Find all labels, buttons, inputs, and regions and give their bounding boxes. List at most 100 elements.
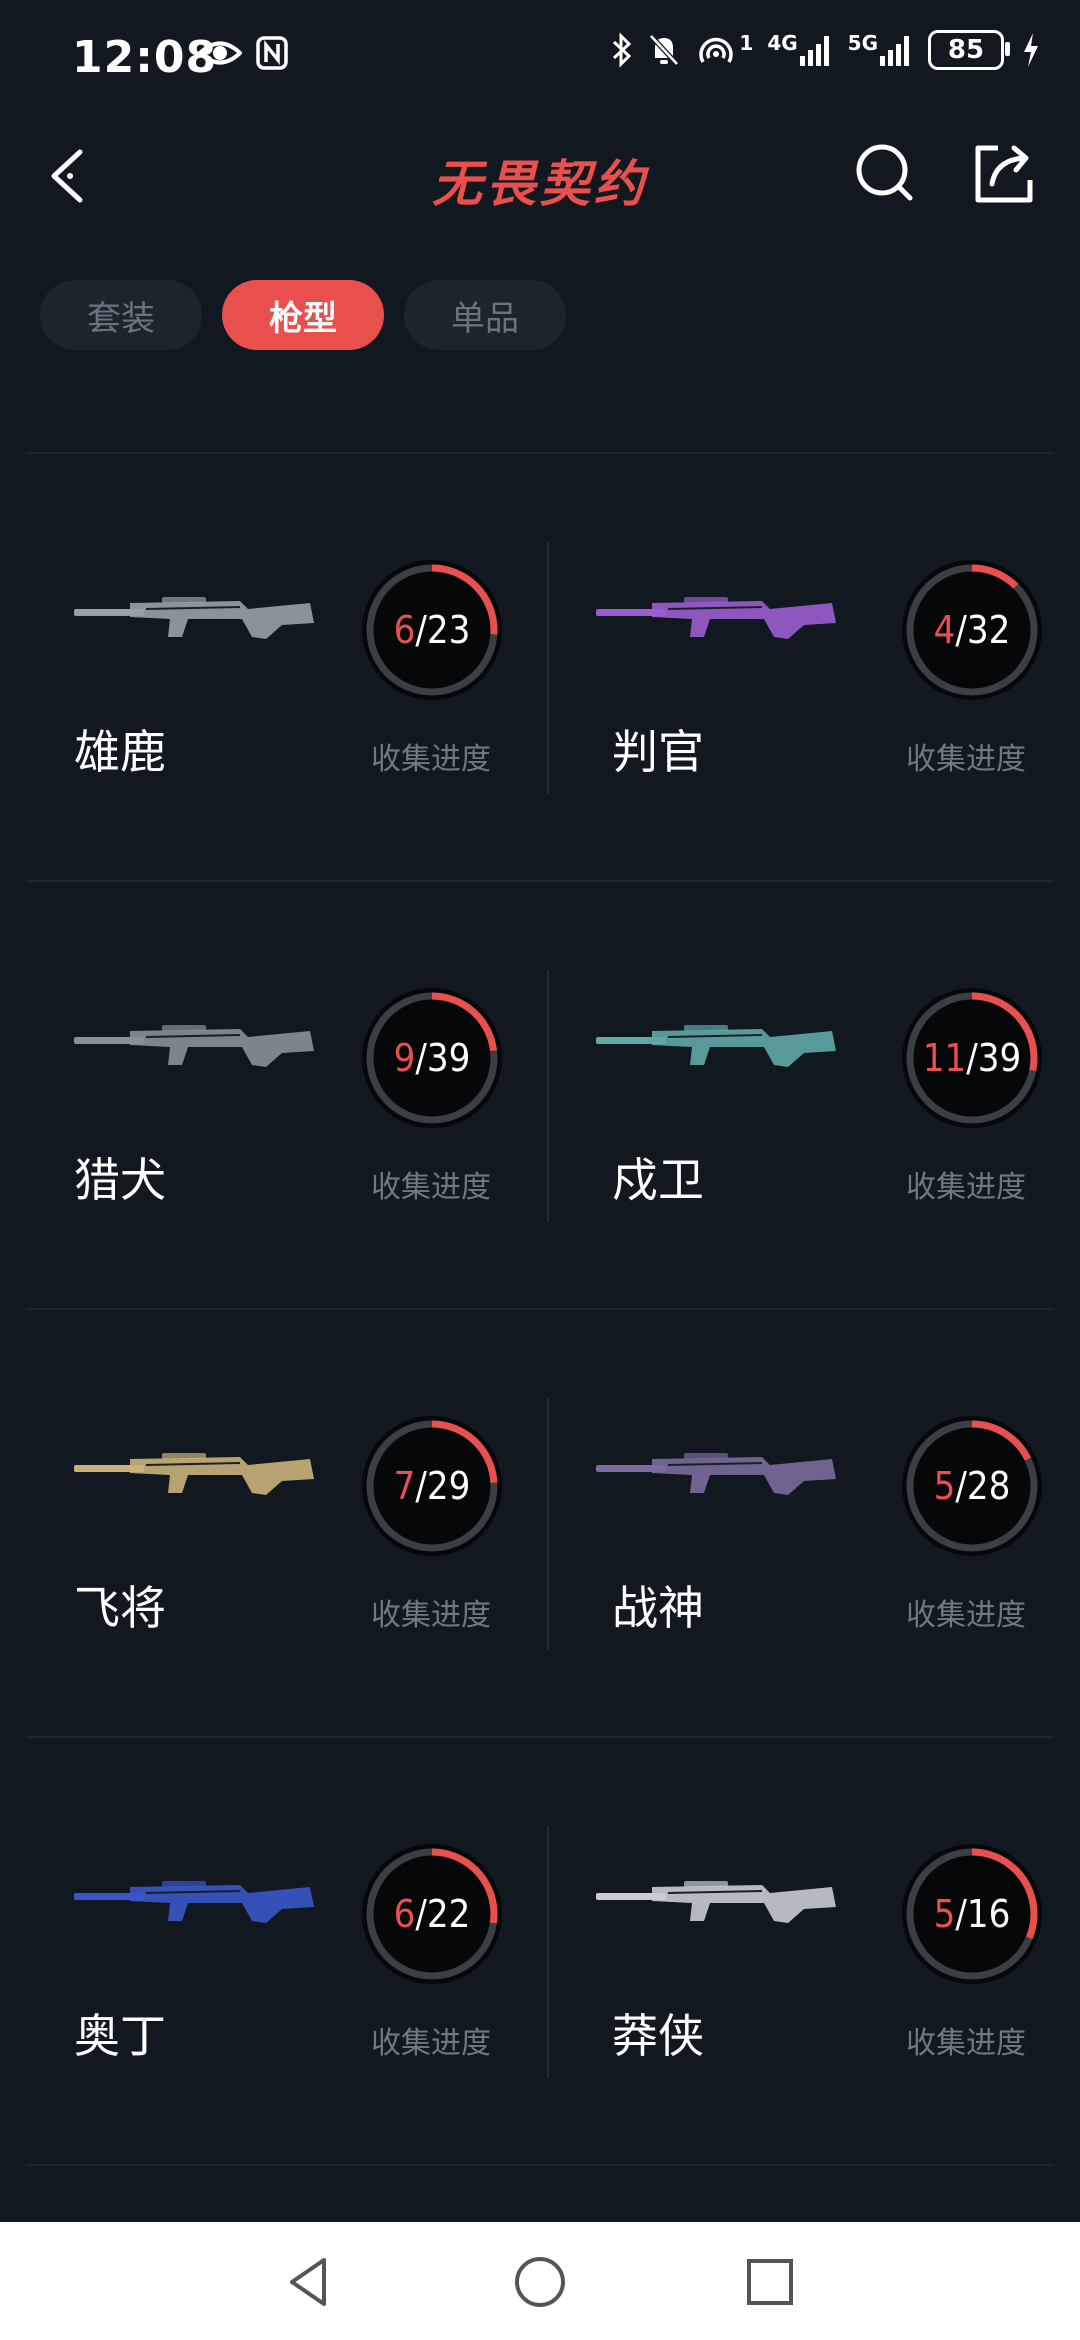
tab-weapon-types[interactable]: 枪型 xyxy=(222,280,384,350)
weapon-image xyxy=(596,1025,836,1067)
weapon-card[interactable]: 5/28 战神 收集进度 xyxy=(540,1310,1054,1736)
weapon-name: 猎犬 xyxy=(74,1153,166,1207)
charging-icon xyxy=(1024,33,1038,67)
collection-progress-label: 收集进度 xyxy=(371,1170,491,1205)
app-header: 无畏契约 xyxy=(0,120,1080,230)
collection-progress-ring: 5/28 xyxy=(902,1416,1042,1556)
weapon-grid: 6/23 雄鹿 收集进度 4/32 判官 收集进度 9/39 猎犬 收集进度 11/39 戍卫… xyxy=(26,454,1054,2166)
weapon-image xyxy=(74,1453,314,1495)
total-count: 23 xyxy=(426,608,471,652)
battery-indicator: 85 xyxy=(928,30,1010,70)
weapon-card[interactable]: 6/23 雄鹿 收集进度 xyxy=(26,454,540,880)
collection-progress-label: 收集进度 xyxy=(371,1598,491,1633)
weapon-row: 6/22 奥丁 收集进度 5/16 莽侠 收集进度 xyxy=(26,1738,1054,2166)
network-4g-label: 4G xyxy=(767,31,798,55)
progress-count: 6/23 xyxy=(362,560,502,700)
mute-bell-icon xyxy=(649,34,680,66)
weapon-name: 飞将 xyxy=(74,1581,166,1635)
count-separator: / xyxy=(955,1464,967,1508)
collection-progress-label: 收集进度 xyxy=(371,2026,491,2061)
weapon-image xyxy=(596,1453,836,1495)
progress-count: 4/32 xyxy=(902,560,1042,700)
collection-progress-label: 收集进度 xyxy=(906,742,1026,777)
total-count: 22 xyxy=(426,1892,471,1936)
progress-count: 5/28 xyxy=(902,1416,1042,1556)
weapon-name: 奥丁 xyxy=(74,2009,166,2063)
count-separator: / xyxy=(415,1892,427,1936)
battery-level: 85 xyxy=(947,35,985,65)
total-count: 29 xyxy=(426,1464,471,1508)
weapon-card[interactable]: 6/22 奥丁 收集进度 xyxy=(26,1738,540,2164)
collected-count: 4 xyxy=(933,608,956,652)
status-time: 12:08 xyxy=(72,32,218,83)
collected-count: 11 xyxy=(922,1036,967,1080)
total-count: 28 xyxy=(966,1464,1011,1508)
network-5g-label: 5G xyxy=(847,31,878,55)
category-tabs: 套装 枪型 单品 xyxy=(40,280,566,350)
nav-back-button[interactable] xyxy=(280,2252,340,2312)
weapon-card[interactable]: 11/39 戍卫 收集进度 xyxy=(540,882,1054,1308)
collected-count: 6 xyxy=(393,1892,416,1936)
total-count: 32 xyxy=(966,608,1011,652)
progress-count: 9/39 xyxy=(362,988,502,1128)
hotspot-count: 1 xyxy=(739,31,754,55)
nfc-icon xyxy=(256,36,288,70)
nav-recent-button[interactable] xyxy=(740,2252,800,2312)
progress-count: 11/39 xyxy=(902,988,1042,1128)
weapon-name: 戍卫 xyxy=(612,1153,704,1207)
nav-home-button[interactable] xyxy=(510,2252,570,2312)
tab-sets[interactable]: 套装 xyxy=(40,280,202,350)
signal-4g-icon xyxy=(799,36,829,66)
collection-progress-ring: 6/22 xyxy=(362,1844,502,1984)
weapon-card[interactable]: 4/32 判官 收集进度 xyxy=(540,454,1054,880)
count-separator: / xyxy=(966,1036,978,1080)
weapon-card[interactable]: 5/16 莽侠 收集进度 xyxy=(540,1738,1054,2164)
share-button[interactable] xyxy=(968,138,1038,208)
total-count: 16 xyxy=(966,1892,1011,1936)
weapon-row: 7/29 飞将 收集进度 5/28 战神 收集进度 xyxy=(26,1310,1054,1738)
share-icon xyxy=(975,145,1033,203)
progress-count: 5/16 xyxy=(902,1844,1042,1984)
weapon-row: 9/39 猎犬 收集进度 11/39 戍卫 收集进度 xyxy=(26,882,1054,1310)
weapon-image xyxy=(74,1881,314,1923)
count-separator: / xyxy=(955,1892,967,1936)
count-separator: / xyxy=(415,608,427,652)
collected-count: 9 xyxy=(393,1036,416,1080)
collection-progress-label: 收集进度 xyxy=(371,742,491,777)
status-right-icons: 1 4G 5G 85 xyxy=(611,30,1040,70)
weapon-row: 6/23 雄鹿 收集进度 4/32 判官 收集进度 xyxy=(26,454,1054,882)
collection-progress-ring: 4/32 xyxy=(902,560,1042,700)
weapon-card[interactable]: 7/29 飞将 收集进度 xyxy=(26,1310,540,1736)
collection-progress-ring: 5/16 xyxy=(902,1844,1042,1984)
eye-icon xyxy=(198,41,242,65)
collection-progress-ring: 9/39 xyxy=(362,988,502,1128)
progress-count: 6/22 xyxy=(362,1844,502,1984)
collected-count: 7 xyxy=(393,1464,416,1508)
weapon-image xyxy=(74,597,314,639)
count-separator: / xyxy=(955,608,967,652)
search-button[interactable] xyxy=(850,138,920,208)
collection-progress-ring: 7/29 xyxy=(362,1416,502,1556)
weapon-name: 判官 xyxy=(612,725,704,779)
weapon-name: 战神 xyxy=(612,1581,704,1635)
status-bar: 12:08 1 4G 5G 85 xyxy=(0,0,1080,120)
collection-progress-ring: 6/23 xyxy=(362,560,502,700)
weapon-card[interactable]: 9/39 猎犬 收集进度 xyxy=(26,882,540,1308)
collected-count: 5 xyxy=(933,1464,956,1508)
weapon-image xyxy=(74,1025,314,1067)
signal-5g-icon xyxy=(880,36,909,66)
square-recent-icon xyxy=(747,2259,793,2305)
circle-home-icon xyxy=(515,2257,565,2307)
count-separator: / xyxy=(415,1036,427,1080)
collection-progress-ring: 11/39 xyxy=(902,988,1042,1128)
count-separator: / xyxy=(415,1464,427,1508)
collection-progress-label: 收集进度 xyxy=(906,1598,1026,1633)
weapon-image xyxy=(596,597,836,639)
search-icon xyxy=(856,144,913,201)
total-count: 39 xyxy=(977,1036,1022,1080)
collected-count: 6 xyxy=(393,608,416,652)
tab-single-items[interactable]: 单品 xyxy=(404,280,566,350)
total-count: 39 xyxy=(426,1036,471,1080)
weapon-name: 雄鹿 xyxy=(74,725,166,779)
collected-count: 5 xyxy=(933,1892,956,1936)
